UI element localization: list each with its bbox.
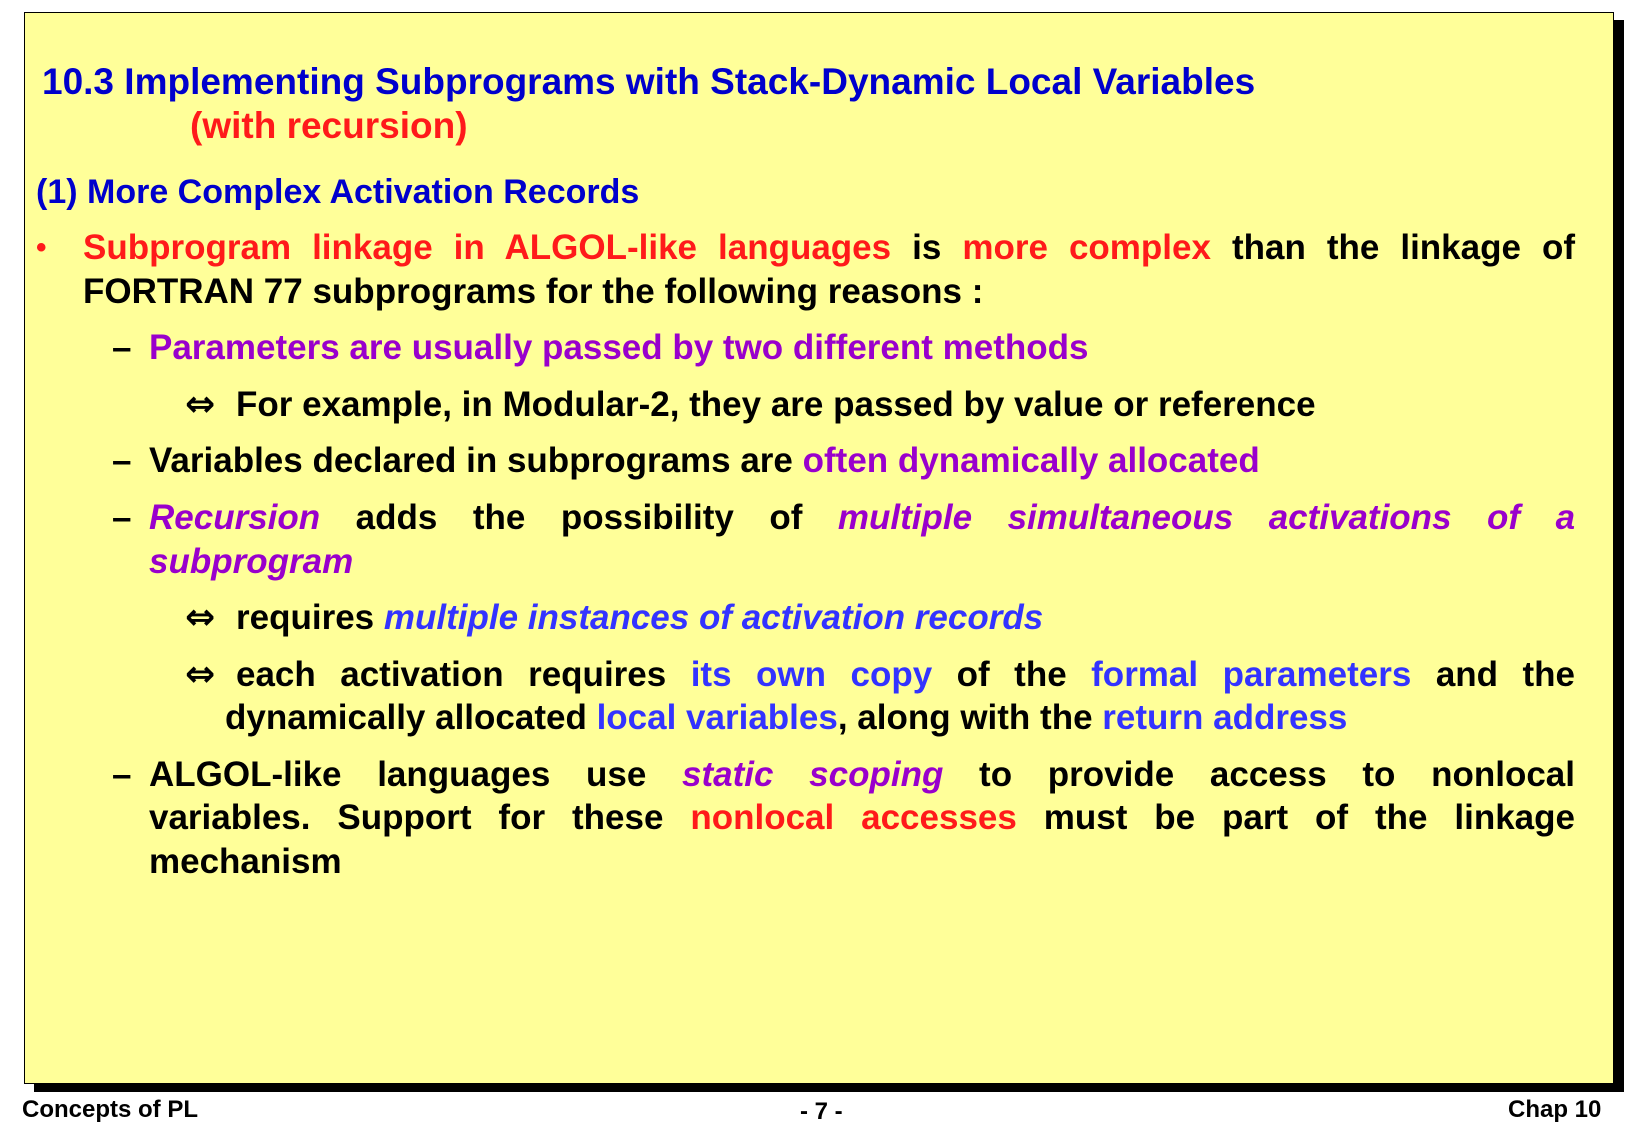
item-parameters-example: For example, in Modular-2, they are pass… (236, 385, 1316, 424)
dash-marker: – (112, 755, 132, 794)
sub1-highlight: multiple instances of activation records (383, 598, 1044, 637)
item-recursion-line-2: subprogram (149, 542, 354, 581)
sub1-text: requires (236, 598, 375, 637)
item-algol-line-3: mechanism (149, 842, 342, 881)
item-recursion-sub-2-line-1: each activation requires its own copy of… (236, 655, 1575, 695)
bullet-line-1: Subprogram linkage in ALGOL-like languag… (83, 228, 1575, 268)
item-recursion-word: activations (1268, 498, 1452, 537)
item-algol-text: must be part of the linkage (1043, 798, 1575, 837)
sub2-return-address: return address (1102, 698, 1348, 737)
item-algol-line-2: variables. Support for these nonlocal ac… (149, 798, 1575, 838)
item-recursion-word: of (1487, 498, 1521, 537)
bullet-line-2: FORTRAN 77 subprograms for the following… (83, 272, 984, 311)
item-recursion-word: multiple (837, 498, 973, 537)
footer-left: Concepts of PL (22, 1096, 199, 1123)
item-variables-highlight: often dynamically allocated (802, 441, 1260, 480)
item-recursion-word: the (472, 498, 526, 537)
slide-title: 10.3 Implementing Subprograms with Stack… (42, 61, 1256, 102)
bullet-more-complex: more complex (962, 228, 1211, 267)
sub2-text: , along with the (837, 698, 1093, 737)
item-algol-text: to provide access to nonlocal (979, 755, 1575, 794)
item-algol-line-1: ALGOL-like languages use static scoping … (149, 755, 1575, 795)
item-variables: Variables declared in subprograms are of… (149, 441, 1260, 481)
item-recursion-sub-1: requires multiple instances of activatio… (236, 598, 1043, 638)
double-arrow-icon: ⇔ (185, 597, 216, 638)
sub2-text: dynamically allocated (225, 698, 587, 737)
item-recursion-word: Recursion (149, 498, 321, 537)
slide-title-subtitle: (with recursion) (190, 105, 468, 146)
sub2-own-copy: its own copy (690, 655, 933, 694)
item-recursion-word: simultaneous (1007, 498, 1234, 537)
item-recursion-line-1: Recursion adds the possibility of multip… (149, 498, 1575, 538)
dash-marker: – (112, 498, 132, 537)
bullet-marker: • (36, 231, 47, 264)
sub2-formal-parameters: formal parameters (1091, 655, 1412, 694)
item-recursion-sub-2-line-2: dynamically allocated local variables, a… (225, 698, 1347, 738)
item-parameters: Parameters are usually passed by two dif… (149, 328, 1089, 367)
bullet-linkage-of: than the linkage of (1231, 228, 1575, 267)
item-algol-static-scoping: static scoping (682, 755, 944, 794)
item-recursion-word: of (769, 498, 803, 537)
footer-right: Chap 10 (1508, 1096, 1602, 1123)
dash-marker: – (112, 328, 132, 367)
item-algol-nonlocal-accesses: nonlocal accesses (690, 798, 1017, 837)
bullet-is: is (912, 228, 942, 267)
double-arrow-icon: ⇔ (185, 654, 216, 695)
item-recursion-word: adds (355, 498, 438, 537)
sub2-text: of the (956, 655, 1067, 694)
item-algol-text: ALGOL-like languages use (149, 755, 647, 794)
item-variables-text: Variables declared in subprograms are (149, 441, 793, 480)
footer-page-number: - 7 - (800, 1098, 843, 1125)
item-algol-text: variables. Support for these (149, 798, 664, 837)
double-arrow-icon: ⇔ (185, 384, 216, 425)
item-recursion-word: possibility (560, 498, 734, 537)
bullet-subprogram-linkage: Subprogram linkage in ALGOL-like languag… (83, 228, 892, 267)
item-recursion-word: a (1555, 498, 1576, 537)
sub2-text: and the (1435, 655, 1576, 694)
sub2-local-variables: local variables (596, 698, 838, 737)
dash-marker: – (112, 441, 132, 480)
sub2-text: each activation requires (236, 655, 667, 694)
section-heading: (1) More Complex Activation Records (36, 173, 640, 211)
